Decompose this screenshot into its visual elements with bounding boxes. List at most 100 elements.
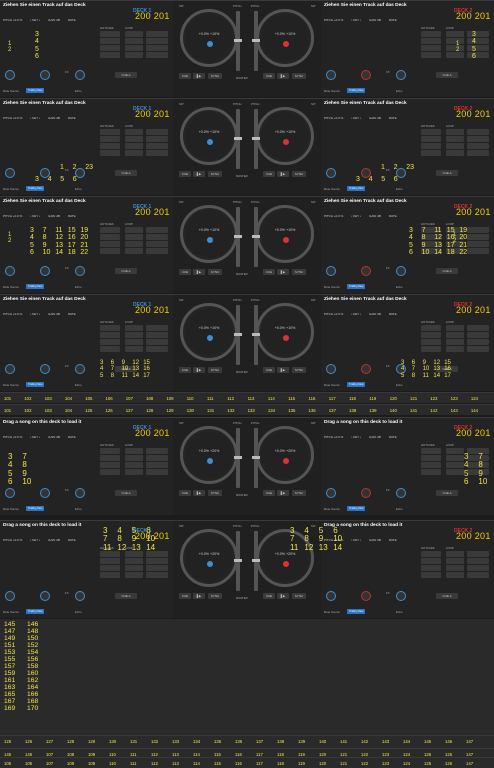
knob[interactable]: [326, 70, 336, 80]
loop-button[interactable]: [446, 346, 464, 352]
control-button[interactable]: [100, 45, 120, 51]
cue-a-button[interactable]: CUE A: [115, 268, 137, 274]
loop-button[interactable]: [146, 31, 168, 37]
loop-button[interactable]: [467, 136, 489, 142]
pitch-fader[interactable]: [252, 109, 260, 169]
sync-button[interactable]: SYNC: [208, 171, 222, 177]
cue-a-button[interactable]: CUE A: [436, 593, 458, 599]
knob[interactable]: [361, 70, 371, 80]
jog-wheel-left[interactable]: +0.0% +10%: [180, 9, 238, 67]
trailing-stop-toggle[interactable]: Trailing Stop: [26, 609, 45, 614]
pitch-fader[interactable]: [234, 109, 242, 169]
loop-button[interactable]: [146, 129, 168, 135]
loop-button[interactable]: [146, 248, 168, 254]
control-button[interactable]: [421, 346, 441, 352]
loop-button[interactable]: [125, 448, 143, 454]
control-button[interactable]: [421, 551, 441, 557]
loop-button[interactable]: [446, 38, 464, 44]
loop-button[interactable]: [467, 346, 489, 352]
loop-button[interactable]: [125, 234, 143, 240]
control-button[interactable]: [100, 332, 120, 338]
control-button[interactable]: [421, 332, 441, 338]
loop-button[interactable]: [467, 241, 489, 247]
sync-button[interactable]: SYNC: [208, 490, 222, 496]
knob[interactable]: [40, 591, 50, 601]
cue-button[interactable]: CUE: [179, 73, 191, 79]
loop-button[interactable]: [467, 227, 489, 233]
sync-button[interactable]: SYNC: [292, 490, 306, 496]
fx-knob[interactable]: [75, 591, 85, 601]
fx-knob[interactable]: [75, 70, 85, 80]
loop-button[interactable]: [467, 339, 489, 345]
trailing-stop-toggle[interactable]: Trailing Stop: [26, 186, 45, 191]
trailing-stop-toggle[interactable]: Trailing Stop: [26, 88, 45, 93]
loop-button[interactable]: [146, 150, 168, 156]
loop-button[interactable]: [125, 38, 143, 44]
loop-button[interactable]: [125, 462, 143, 468]
loop-button[interactable]: [125, 227, 143, 233]
loop-button[interactable]: [146, 241, 168, 247]
control-button[interactable]: [100, 462, 120, 468]
loop-button[interactable]: [467, 332, 489, 338]
trailing-stop-toggle[interactable]: Trailing Stop: [347, 88, 366, 93]
jog-wheel-right[interactable]: +0.0% +10%: [256, 205, 314, 263]
control-button[interactable]: [100, 248, 120, 254]
control-button[interactable]: [100, 448, 120, 454]
control-button[interactable]: [100, 469, 120, 475]
fader-handle[interactable]: [252, 39, 260, 42]
knob[interactable]: [326, 266, 336, 276]
play-button[interactable]: ▌▶: [277, 490, 289, 496]
sync-button[interactable]: SYNC: [292, 593, 306, 599]
loop-button[interactable]: [146, 462, 168, 468]
trailing-stop-toggle[interactable]: Trailing Stop: [347, 382, 366, 387]
knob[interactable]: [5, 364, 15, 374]
cue-button[interactable]: CUE: [179, 593, 191, 599]
fader-handle[interactable]: [252, 137, 260, 140]
loop-button[interactable]: [125, 565, 143, 571]
loop-button[interactable]: [467, 38, 489, 44]
jog-wheel-left[interactable]: +0.0% +10%: [180, 303, 238, 361]
knob[interactable]: [5, 168, 15, 178]
sync-button[interactable]: SYNC: [208, 269, 222, 275]
play-button[interactable]: ▌▶: [193, 367, 205, 373]
loop-button[interactable]: [446, 332, 464, 338]
loop-button[interactable]: [446, 558, 464, 564]
fader-handle[interactable]: [252, 235, 260, 238]
jog-wheel-right[interactable]: +0.0% +20%: [256, 426, 314, 484]
loop-button[interactable]: [467, 45, 489, 51]
knob[interactable]: [5, 591, 15, 601]
cue-button[interactable]: CUE: [179, 171, 191, 177]
control-button[interactable]: [421, 448, 441, 454]
fader-handle[interactable]: [234, 333, 242, 336]
loop-button[interactable]: [146, 455, 168, 461]
cue-button[interactable]: CUE: [263, 593, 275, 599]
pitch-fader[interactable]: [234, 531, 242, 591]
control-button[interactable]: [100, 558, 120, 564]
control-button[interactable]: [100, 241, 120, 247]
loop-button[interactable]: [146, 551, 168, 557]
loop-button[interactable]: [146, 346, 168, 352]
cue-a-button[interactable]: CUE A: [436, 490, 458, 496]
control-button[interactable]: [100, 31, 120, 37]
pitch-fader[interactable]: [252, 305, 260, 365]
loop-button[interactable]: [467, 551, 489, 557]
play-button[interactable]: ▌▶: [277, 73, 289, 79]
fader-handle[interactable]: [252, 333, 260, 336]
cue-button[interactable]: CUE: [263, 171, 275, 177]
control-button[interactable]: [100, 325, 120, 331]
play-button[interactable]: ▌▶: [193, 490, 205, 496]
knob[interactable]: [5, 488, 15, 498]
fx-knob[interactable]: [396, 70, 406, 80]
jog-wheel-left[interactable]: +0.0% +20%: [180, 426, 238, 484]
control-button[interactable]: [100, 38, 120, 44]
cue-button[interactable]: CUE: [263, 490, 275, 496]
loop-button[interactable]: [146, 332, 168, 338]
loop-button[interactable]: [467, 143, 489, 149]
knob[interactable]: [326, 488, 336, 498]
pitch-fader[interactable]: [234, 305, 242, 365]
cue-a-button[interactable]: CUE A: [115, 72, 137, 78]
knob[interactable]: [326, 591, 336, 601]
cue-a-button[interactable]: CUE A: [115, 170, 137, 176]
loop-button[interactable]: [446, 150, 464, 156]
pitch-fader[interactable]: [252, 207, 260, 267]
